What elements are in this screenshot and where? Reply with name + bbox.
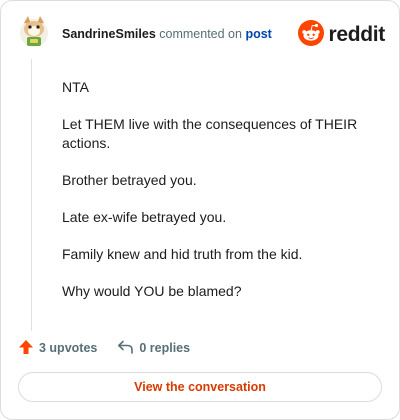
cat-avatar-icon[interactable] bbox=[19, 15, 49, 49]
comment-paragraph: NTA bbox=[62, 79, 89, 95]
comment-meta: SandrineSmiles commented on post bbox=[62, 27, 272, 41]
upvote-count: 3 upvotes bbox=[39, 341, 98, 355]
comment-paragraph: Why would YOU be blamed? bbox=[62, 283, 242, 299]
comment-actions: 3 upvotes 0 replies bbox=[18, 337, 190, 359]
reddit-wordmark: reddit bbox=[328, 23, 385, 46]
view-conversation-button[interactable]: View the conversation bbox=[18, 372, 382, 402]
username-link[interactable]: SandrineSmiles bbox=[62, 27, 156, 41]
reply-arrow-icon bbox=[117, 339, 139, 358]
upvote-arrow-icon bbox=[18, 339, 39, 358]
comment-paragraph: Family knew and hid truth from the kid. bbox=[62, 246, 303, 262]
embedded-comment-card: SandrineSmiles commented on post reddit bbox=[0, 0, 400, 420]
reddit-snoo-icon bbox=[298, 19, 325, 51]
comment-paragraph: Late ex-wife betrayed you. bbox=[62, 209, 227, 225]
thread-line bbox=[31, 59, 32, 331]
comment-paragraph: Brother betrayed you. bbox=[62, 172, 197, 188]
post-link[interactable]: post bbox=[245, 27, 271, 41]
reddit-logo[interactable]: reddit bbox=[298, 19, 385, 51]
reply-count: 0 replies bbox=[139, 341, 191, 355]
comment-paragraph: Let THEM live with the consequences of T… bbox=[62, 116, 358, 151]
comment-header: SandrineSmiles commented on post reddit bbox=[19, 15, 385, 55]
upvote-button[interactable]: 3 upvotes bbox=[18, 339, 97, 358]
commented-on-text: commented on bbox=[155, 27, 246, 41]
replies-button[interactable]: 0 replies bbox=[117, 339, 190, 358]
comment-body: NTA Let THEM live with the consequences … bbox=[62, 78, 380, 319]
